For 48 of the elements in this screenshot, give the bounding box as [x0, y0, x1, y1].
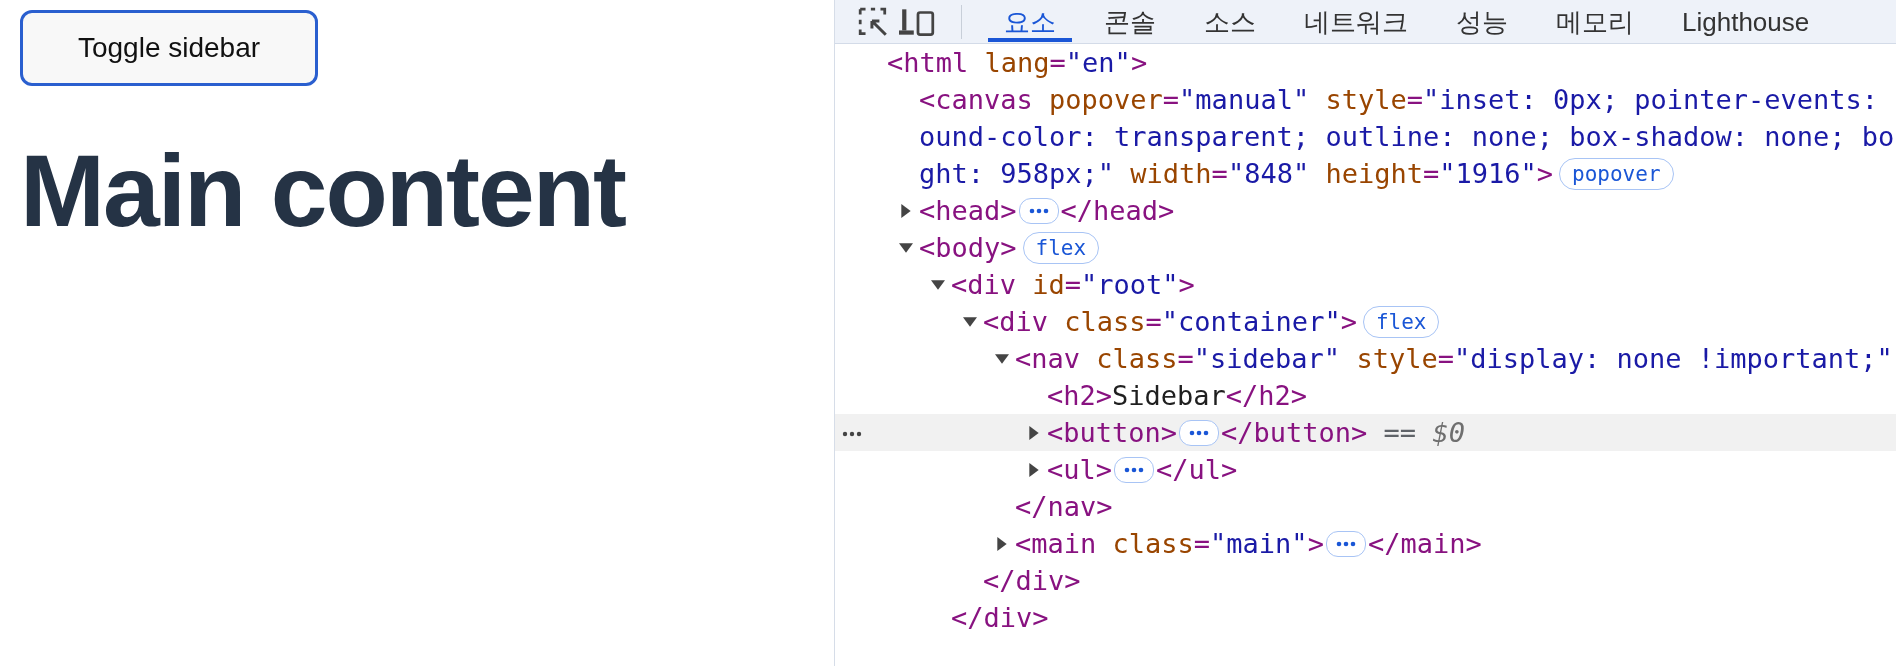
code-text: <html lang="en"> — [887, 47, 1148, 78]
devtools-tab[interactable]: 네트워크 — [1288, 1, 1424, 42]
devtools-tab[interactable]: 요소 — [988, 1, 1072, 42]
code-text: </button> == $0 — [1221, 417, 1465, 448]
code-text: </div> — [983, 565, 1081, 596]
ellipsis-button[interactable] — [1179, 419, 1220, 446]
ellipsis-icon — [1189, 429, 1210, 436]
ellipsis-icon — [1335, 540, 1356, 547]
selected-row[interactable]: <button> </button> == $0 — [835, 414, 1896, 451]
devtools-tab[interactable]: Lighthouse — [1666, 1, 1826, 42]
code-text: <nav class="sidebar" style="display: none !important;" — [1015, 343, 1893, 374]
ellipsis-icon — [1028, 207, 1049, 214]
expand-icon[interactable] — [995, 536, 1009, 551]
more-icon[interactable] — [841, 431, 863, 437]
expand-icon[interactable] — [899, 203, 913, 218]
code-text: </head> — [1060, 195, 1175, 226]
code-text: <ul> — [1047, 454, 1113, 485]
inspect-icon[interactable] — [857, 5, 889, 38]
code-text: </ul> — [1156, 454, 1238, 485]
devtools-tab[interactable]: 콘솔 — [1088, 1, 1172, 42]
code-text: ght: 958px;" width="848" height="1916"> — [919, 158, 1554, 189]
main-heading: Main content — [20, 133, 627, 250]
code-text: <div class="container"> — [983, 306, 1357, 337]
collapse-icon[interactable] — [995, 351, 1009, 366]
code-text: <div id="root"> — [951, 269, 1195, 300]
code-text: </main> — [1367, 528, 1482, 559]
code-text: </div> — [951, 602, 1049, 633]
collapse-icon[interactable] — [963, 314, 977, 329]
ellipsis-button[interactable] — [1018, 197, 1059, 224]
collapse-icon[interactable] — [899, 240, 913, 255]
devtools-tab[interactable]: 성능 — [1440, 1, 1524, 42]
code-text: ound-color: transparent; outline: none; box-shadow: none; bo — [919, 121, 1895, 152]
code-text: <button> — [1047, 417, 1178, 448]
toggle-sidebar-button[interactable]: Toggle sidebar — [20, 10, 318, 86]
expand-icon[interactable] — [1027, 462, 1041, 477]
expand-icon[interactable] — [1027, 425, 1041, 440]
code-text: <h2>Sidebar</h2> — [1047, 380, 1308, 411]
devtools-tab[interactable]: 소스 — [1188, 1, 1272, 42]
code-text: <main class="main"> — [1015, 528, 1324, 559]
collapse-icon[interactable] — [931, 277, 945, 292]
ellipsis-button[interactable] — [1114, 456, 1155, 483]
code-text: <body> — [919, 232, 1017, 263]
devtools-tab[interactable]: 메모리 — [1540, 1, 1650, 42]
code-text: <canvas popover="manual" style="inset: 0px; pointer-events: — [919, 84, 1880, 115]
code-text: </nav> — [1015, 491, 1113, 522]
code-text: <head> — [919, 195, 1017, 226]
ellipsis-icon — [1124, 466, 1145, 473]
ellipsis-button[interactable] — [1325, 530, 1366, 557]
